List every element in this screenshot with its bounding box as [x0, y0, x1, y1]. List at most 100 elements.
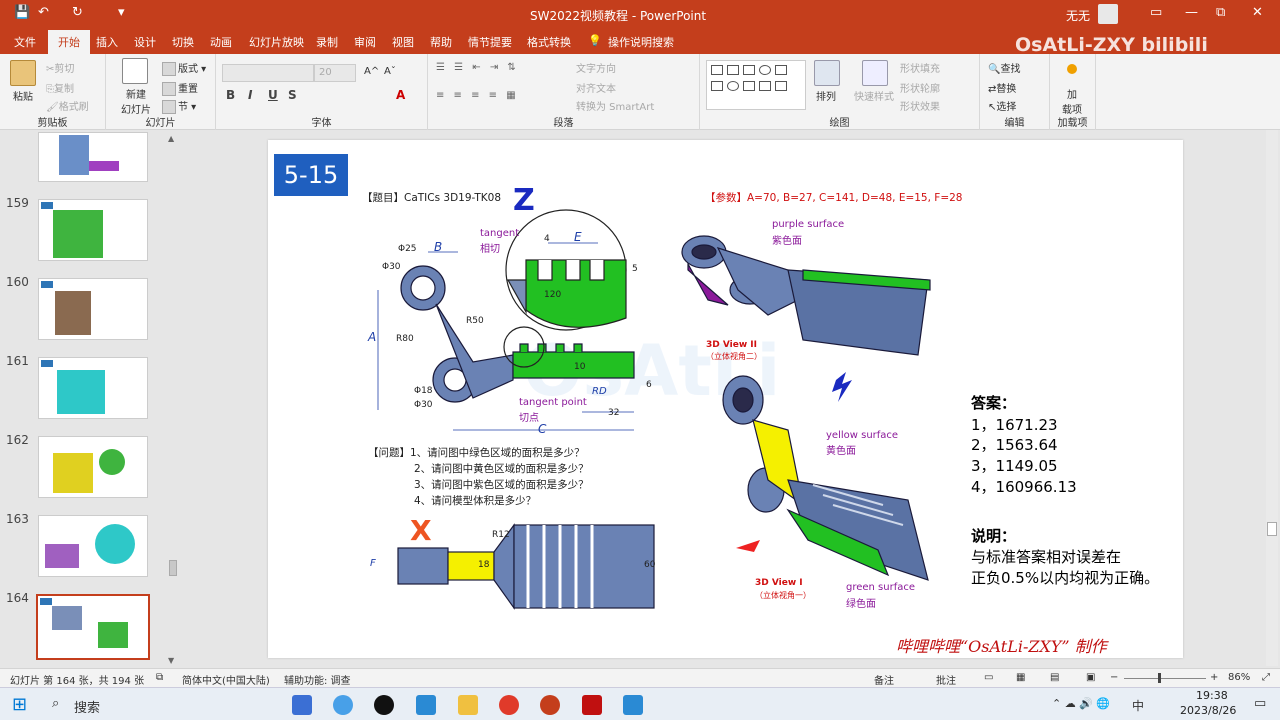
tab-format-convert[interactable]: 格式转换: [527, 34, 571, 50]
arrange-button[interactable]: 排列: [816, 88, 836, 103]
shape-effects-button[interactable]: 形状效果: [900, 98, 940, 113]
qat-more-icon[interactable]: ▾: [118, 5, 125, 20]
strikethrough-button[interactable]: S: [288, 88, 297, 102]
clock-date[interactable]: 2023/8/26: [1180, 704, 1236, 717]
accessibility-status[interactable]: 辅助功能: 调查: [284, 672, 351, 687]
save-icon[interactable]: 💾: [14, 5, 30, 20]
zoom-in-icon[interactable]: +: [1210, 672, 1218, 683]
new-slide-icon[interactable]: [122, 58, 148, 84]
system-tray-icons[interactable]: ⌃ ☁ 🔊 🌐: [1052, 697, 1110, 710]
list-buttons[interactable]: ☰ ☰ ⇤ ⇥ ⇅: [436, 62, 519, 73]
addins-button[interactable]: 加 载项: [1062, 86, 1082, 116]
tab-design[interactable]: 设计: [134, 34, 156, 50]
font-color-button[interactable]: A: [396, 88, 405, 102]
tab-help[interactable]: 帮助: [430, 34, 452, 50]
text-direction-button[interactable]: 文字方向: [576, 60, 616, 75]
shape-outline-button[interactable]: 形状轮廓: [900, 80, 940, 95]
slide-thumbnail[interactable]: [38, 199, 148, 261]
thumbnail-scrollbar[interactable]: ▲ ▼: [168, 134, 178, 668]
section-button[interactable]: 节 ▾: [162, 98, 196, 114]
paste-button[interactable]: 粘贴: [13, 88, 33, 103]
calculator-icon[interactable]: [416, 695, 436, 715]
reset-button[interactable]: 重置: [162, 80, 198, 96]
tab-transitions[interactable]: 切换: [172, 34, 194, 50]
tab-insert[interactable]: 插入: [96, 34, 118, 50]
notification-icon[interactable]: ▭: [1254, 696, 1266, 711]
italic-button[interactable]: I: [248, 88, 252, 102]
user-name[interactable]: 无无: [1066, 7, 1090, 24]
align-text-button[interactable]: 对齐文本: [576, 80, 616, 95]
ribbon-display-icon[interactable]: ▭: [1150, 5, 1162, 20]
windows-start-icon[interactable]: ⊞: [12, 694, 27, 715]
avatar[interactable]: [1098, 4, 1118, 24]
close-button[interactable]: ✕: [1252, 5, 1263, 20]
align-buttons[interactable]: ≡ ≡ ≡ ≡ ▦: [436, 90, 519, 101]
slide-status-icon[interactable]: ⧉: [156, 672, 163, 683]
slide-thumbnail[interactable]: [38, 515, 148, 577]
quick-styles-button[interactable]: 快速样式: [854, 88, 894, 103]
tab-record[interactable]: 录制: [316, 34, 338, 50]
tab-home[interactable]: 开始: [48, 30, 90, 54]
zoom-slider-thumb[interactable]: [1158, 673, 1161, 683]
select-button[interactable]: ↖选择: [988, 98, 1016, 113]
shape-fill-button[interactable]: 形状填充: [900, 60, 940, 75]
cut-button[interactable]: ✂剪切: [46, 60, 74, 75]
font-name-input[interactable]: [222, 64, 314, 82]
layout-button[interactable]: 版式 ▾: [162, 60, 206, 76]
solidworks-icon[interactable]: [582, 695, 602, 715]
language-status[interactable]: 简体中文(中国大陆): [182, 672, 270, 687]
underline-button[interactable]: U: [268, 88, 278, 102]
comments-button[interactable]: 批注: [936, 672, 956, 687]
task-view-icon[interactable]: [292, 695, 312, 715]
tab-animations[interactable]: 动画: [210, 34, 232, 50]
tab-review[interactable]: 审阅: [354, 34, 376, 50]
quick-styles-icon[interactable]: [862, 60, 888, 86]
tab-slideshow[interactable]: 幻灯片放映: [249, 34, 304, 50]
grow-font-button[interactable]: A^: [364, 66, 379, 77]
slide-thumbnail[interactable]: [38, 132, 148, 182]
paste-icon[interactable]: [10, 60, 36, 86]
normal-view-icon[interactable]: ▭: [984, 672, 993, 683]
slide-canvas[interactable]: 5-15 【题目】CaTICs 3D19-TK08 【参数】A=70, B=27…: [268, 140, 1183, 658]
restore-button[interactable]: ⧉: [1216, 5, 1225, 20]
format-painter-button[interactable]: 🖌格式刷: [46, 98, 89, 113]
font-size-input[interactable]: 20: [314, 64, 356, 82]
addins-icon[interactable]: [1067, 64, 1077, 74]
clock-time[interactable]: 19:38: [1196, 689, 1228, 702]
find-button[interactable]: 🔍查找: [988, 60, 1020, 75]
slide-thumbnail-selected[interactable]: [36, 594, 150, 660]
bold-button[interactable]: B: [226, 88, 235, 102]
slide-thumbnails-panel[interactable]: 159 160 161 162 163 164: [0, 130, 182, 668]
app-icon[interactable]: [333, 695, 353, 715]
tab-view[interactable]: 视图: [392, 34, 414, 50]
arrange-icon[interactable]: [814, 60, 840, 86]
undo-icon[interactable]: ↶: [38, 5, 49, 20]
slide-scrollbar[interactable]: [1266, 130, 1278, 666]
slideshow-icon[interactable]: ▣: [1086, 672, 1095, 683]
search-icon[interactable]: ⌕: [52, 696, 59, 711]
fit-slide-icon[interactable]: ⤢: [1262, 672, 1270, 683]
file-explorer-icon[interactable]: [458, 695, 478, 715]
notes-button[interactable]: 备注: [874, 672, 894, 687]
redo-icon[interactable]: ↻: [72, 5, 83, 20]
slide-thumbnail[interactable]: [38, 357, 148, 419]
new-slide-button[interactable]: 新建 幻灯片: [114, 86, 158, 116]
powerpoint-icon[interactable]: [540, 695, 560, 715]
chrome-icon[interactable]: [499, 695, 519, 715]
photos-icon[interactable]: [623, 695, 643, 715]
slide-thumbnail[interactable]: [38, 436, 148, 498]
tab-file[interactable]: 文件: [14, 34, 36, 50]
replace-button[interactable]: ⇄替换: [988, 80, 1016, 95]
minimize-button[interactable]: —: [1185, 5, 1198, 20]
shapes-gallery[interactable]: [706, 60, 806, 110]
zoom-out-icon[interactable]: −: [1110, 672, 1118, 683]
slide-sorter-icon[interactable]: ▦: [1016, 672, 1025, 683]
ime-indicator[interactable]: 中: [1132, 697, 1144, 714]
copy-button[interactable]: ⎘复制: [46, 80, 74, 95]
taskbar-search[interactable]: 搜索: [74, 697, 100, 716]
reading-view-icon[interactable]: ▤: [1050, 672, 1059, 683]
slide-thumbnail[interactable]: [38, 278, 148, 340]
zoom-slider[interactable]: [1124, 678, 1206, 679]
smartart-button[interactable]: 转换为 SmartArt: [576, 98, 654, 113]
zoom-level[interactable]: 86%: [1228, 672, 1250, 683]
